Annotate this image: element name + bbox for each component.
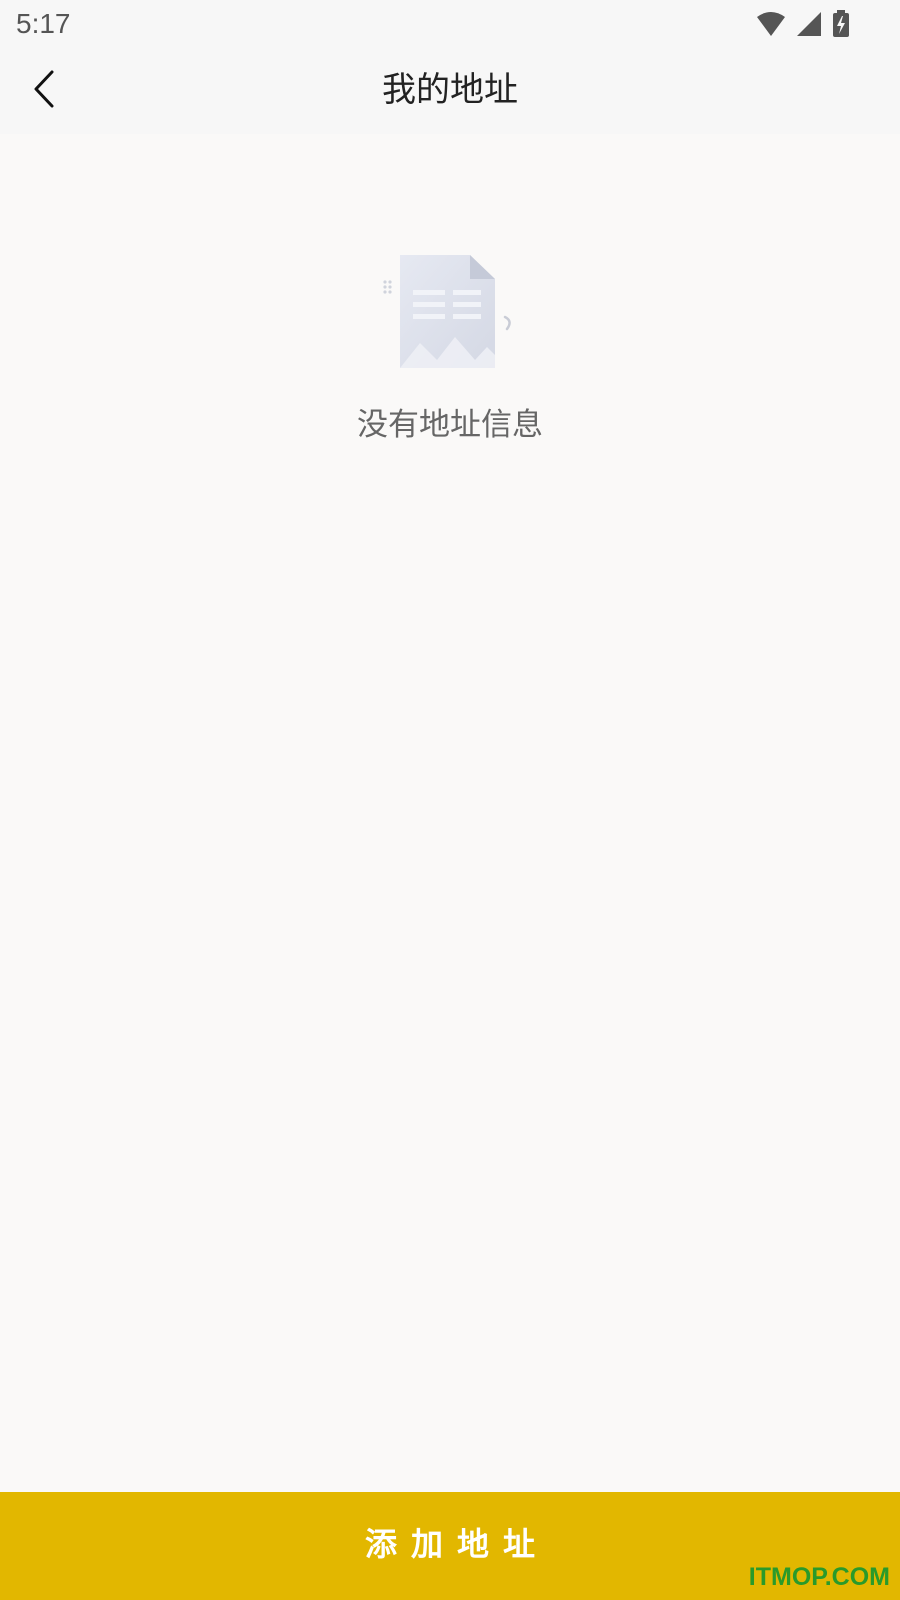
watermark: ITMOP.COM bbox=[748, 1563, 890, 1591]
wifi-icon bbox=[756, 11, 786, 41]
status-icons bbox=[756, 10, 850, 42]
page-title: 我的地址 bbox=[382, 70, 518, 110]
battery-charging-icon bbox=[832, 10, 850, 42]
signal-icon bbox=[796, 11, 822, 41]
empty-document-icon bbox=[375, 255, 525, 375]
status-time: 5:17 bbox=[16, 8, 71, 39]
nav-bar: 我的地址 bbox=[0, 48, 900, 134]
status-bar: 5:17 bbox=[0, 0, 900, 48]
add-address-label: 添加地址 bbox=[364, 1525, 549, 1563]
empty-state: 没有地址信息 bbox=[0, 255, 900, 445]
app-screen: 5:17 我的地址 没有地址信息 添加地址 ITMOP.COM bbox=[0, 0, 900, 1600]
empty-message: 没有地址信息 bbox=[357, 407, 543, 443]
